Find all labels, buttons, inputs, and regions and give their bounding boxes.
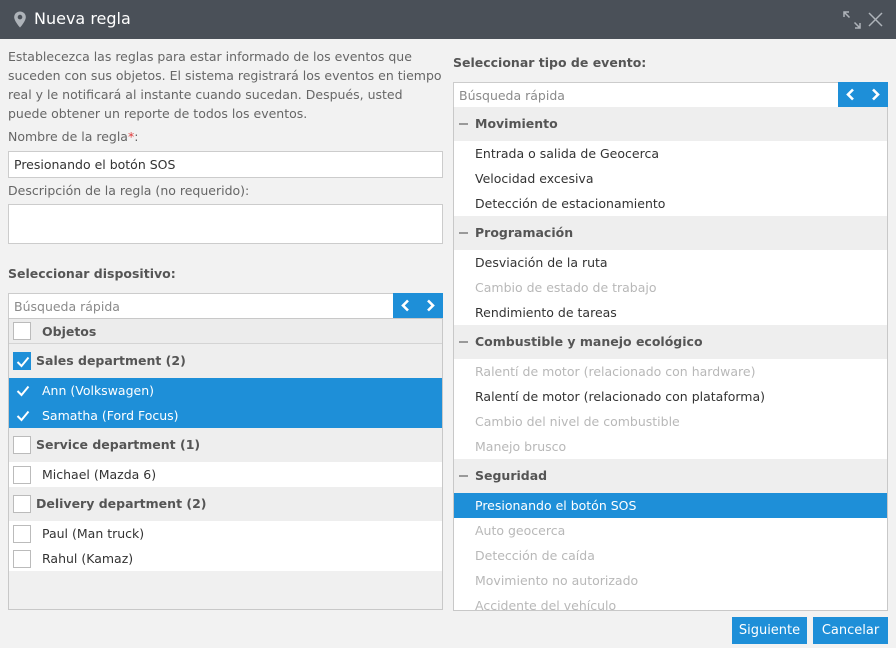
check-icon[interactable]: [16, 410, 30, 422]
device-group-label: Service department (1): [36, 437, 201, 452]
event-prev-button[interactable]: [838, 82, 863, 107]
event-row[interactable]: Velocidad excesiva: [454, 166, 887, 191]
event-row[interactable]: Accidente del vehículo: [454, 593, 887, 611]
expand-icon[interactable]: [843, 11, 861, 29]
device-group-row[interactable]: Sales department (2): [9, 344, 442, 378]
event-category-row[interactable]: Programación: [454, 216, 887, 250]
device-row[interactable]: Samatha (Ford Focus): [9, 403, 442, 428]
title-bar: Nueva regla: [0, 0, 896, 39]
device-list-header: Objetos: [9, 319, 442, 344]
event-label: Accidente del vehículo: [475, 598, 617, 611]
event-label: Presionando el botón SOS: [475, 498, 637, 513]
device-row[interactable]: Ann (Volkswagen): [9, 378, 442, 403]
group-checkbox[interactable]: [13, 436, 31, 454]
rule-description-label: Descripción de la regla (no requerido):: [8, 183, 250, 198]
event-section-title: Seleccionar tipo de evento:: [453, 55, 647, 70]
device-checkbox[interactable]: [13, 550, 31, 568]
device-group-label: Sales department (2): [36, 353, 186, 368]
event-label: Ralentí de motor (relacionado con plataf…: [475, 389, 766, 404]
event-label: Movimiento no autorizado: [475, 573, 639, 588]
next-button[interactable]: Siguiente: [732, 617, 807, 644]
event-label: Manejo brusco: [475, 439, 567, 454]
event-category-label: Seguridad: [475, 468, 548, 483]
device-row[interactable]: Rahul (Kamaz): [9, 546, 442, 571]
event-label: Entrada o salida de Geocerca: [475, 146, 659, 161]
close-icon[interactable]: [868, 12, 883, 27]
event-row[interactable]: Desviación de la ruta: [454, 250, 887, 275]
event-row[interactable]: Ralentí de motor (relacionado con hardwa…: [454, 359, 887, 384]
device-search-input[interactable]: [8, 293, 394, 319]
device-section-title: Seleccionar dispositivo:: [8, 266, 176, 281]
event-search-input[interactable]: [453, 82, 839, 108]
event-label: Rendimiento de tareas: [475, 305, 617, 320]
select-all-checkbox[interactable]: [13, 322, 31, 340]
event-row[interactable]: Cambio del nivel de combustible: [454, 409, 887, 434]
event-label: Velocidad excesiva: [475, 171, 594, 186]
check-icon[interactable]: [16, 385, 30, 397]
event-nav-buttons: [838, 82, 888, 107]
event-category-label: Movimiento: [475, 116, 558, 131]
event-label: Desviación de la ruta: [475, 255, 608, 270]
device-group-row[interactable]: Service department (1): [9, 428, 442, 462]
event-category-row[interactable]: Movimiento: [454, 107, 887, 141]
device-list: Objetos Sales department (2) Ann (Volkswa…: [8, 318, 443, 610]
event-label: Cambio del nivel de combustible: [475, 414, 680, 429]
collapse-icon[interactable]: [459, 475, 468, 477]
collapse-icon[interactable]: [459, 123, 468, 125]
device-group-row[interactable]: Delivery department (2): [9, 487, 442, 521]
group-checkbox[interactable]: [13, 495, 31, 513]
event-row[interactable]: Auto geocerca: [454, 518, 887, 543]
group-checkbox[interactable]: [13, 352, 31, 370]
event-row[interactable]: Entrada o salida de Geocerca: [454, 141, 887, 166]
event-row[interactable]: Rendimiento de tareas: [454, 300, 887, 325]
rule-name-label-suffix: :: [134, 129, 139, 144]
collapse-icon[interactable]: [459, 341, 468, 343]
rule-name-input[interactable]: [8, 151, 443, 178]
device-next-button[interactable]: [418, 293, 443, 318]
map-pin-icon: [14, 11, 26, 28]
window-title: Nueva regla: [34, 9, 131, 28]
device-row[interactable]: Paul (Man truck): [9, 521, 442, 546]
device-row[interactable]: Michael (Mazda 6): [9, 462, 442, 487]
device-label: Paul (Man truck): [42, 526, 145, 541]
event-row[interactable]: Movimiento no autorizado: [454, 568, 887, 593]
rule-name-label: Nombre de la regla*:: [8, 129, 138, 144]
device-group-label: Delivery department (2): [36, 496, 207, 511]
device-checkbox[interactable]: [13, 466, 31, 484]
event-row[interactable]: Manejo brusco: [454, 434, 887, 459]
chevron-right-icon: [427, 299, 435, 312]
event-label: Auto geocerca: [475, 523, 566, 538]
device-nav-buttons: [393, 293, 443, 318]
event-row[interactable]: Cambio de estado de trabajo: [454, 275, 887, 300]
device-prev-button[interactable]: [393, 293, 418, 318]
event-row[interactable]: Detección de estacionamiento: [454, 191, 887, 216]
event-category-row[interactable]: Combustible y manejo ecológico: [454, 325, 887, 359]
event-next-button[interactable]: [863, 82, 888, 107]
chevron-left-icon: [401, 299, 409, 312]
event-category-label: Programación: [475, 225, 574, 240]
device-label: Michael (Mazda 6): [42, 467, 157, 482]
rule-description-input[interactable]: [8, 204, 443, 244]
chevron-left-icon: [846, 88, 854, 101]
event-label: Ralentí de motor (relacionado con hardwa…: [475, 364, 756, 379]
cancel-button[interactable]: Cancelar: [813, 617, 888, 644]
event-type-list: Movimiento Entrada o salida de Geocerca Ve…: [453, 107, 888, 611]
device-checkbox[interactable]: [13, 525, 31, 543]
device-label: Ann (Volkswagen): [42, 383, 155, 398]
event-row[interactable]: Ralentí de motor (relacionado con plataf…: [454, 384, 887, 409]
objects-header: Objetos: [42, 324, 97, 339]
event-label: Cambio de estado de trabajo: [475, 280, 657, 295]
collapse-icon[interactable]: [459, 232, 468, 234]
rule-name-label-text: Nombre de la regla: [8, 129, 128, 144]
chevron-right-icon: [872, 88, 880, 101]
event-category-row[interactable]: Seguridad: [454, 459, 887, 493]
device-label: Rahul (Kamaz): [42, 551, 134, 566]
device-label: Samatha (Ford Focus): [42, 408, 179, 423]
event-label: Detección de estacionamiento: [475, 196, 666, 211]
event-label: Detección de caída: [475, 548, 595, 563]
event-row[interactable]: Detección de caída: [454, 543, 887, 568]
event-category-label: Combustible y manejo ecológico: [475, 334, 703, 349]
intro-text: Establecezca las reglas para estar infor…: [8, 49, 442, 121]
event-row[interactable]: Presionando el botón SOS: [454, 493, 887, 518]
